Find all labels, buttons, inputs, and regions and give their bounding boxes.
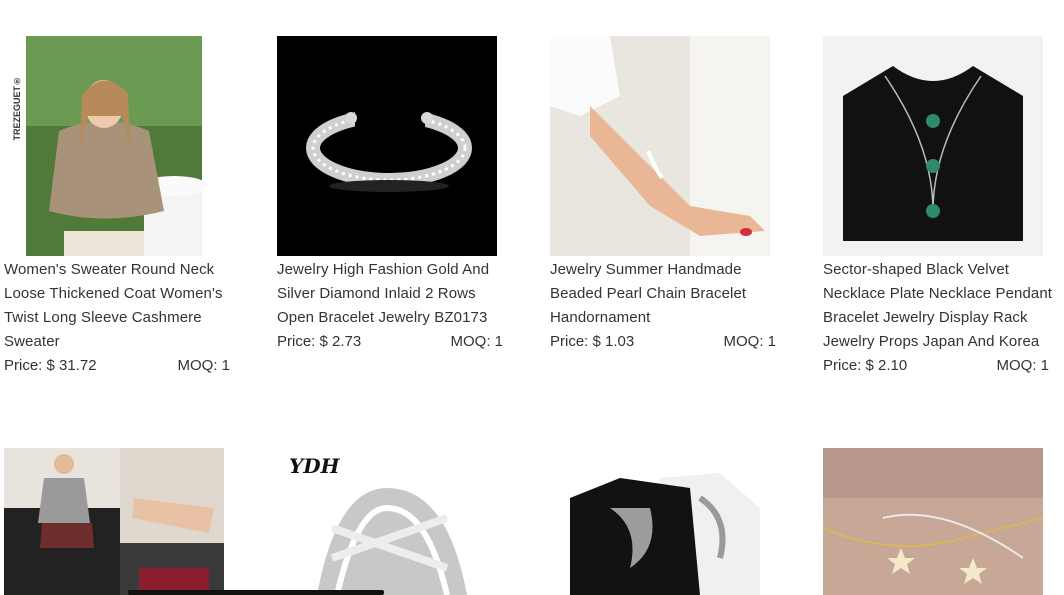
- product-moq: MOQ: 1: [996, 357, 1049, 374]
- product-image[interactable]: TREZEGUET®: [4, 36, 224, 256]
- product-image[interactable]: [4, 448, 224, 595]
- product-card[interactable]: Jewelry Summer Handmade Beaded Pearl Cha…: [550, 36, 780, 354]
- product-title[interactable]: Jewelry Summer Handmade Beaded Pearl Cha…: [550, 258, 780, 330]
- product-title[interactable]: Women's Sweater Round Neck Loose Thicken…: [4, 258, 234, 354]
- product-title[interactable]: Jewelry High Fashion Gold And Silver Dia…: [277, 258, 507, 330]
- product-grid: TREZEGUET® Women's Sweater Round Neck Lo…: [0, 0, 1064, 595]
- brand-logo: YDH: [289, 454, 340, 478]
- product-meta: Price: $ 2.10 MOQ: 1: [823, 354, 1049, 378]
- product-image[interactable]: [823, 36, 1043, 256]
- brand-watermark: TREZEGUET®: [12, 76, 22, 141]
- product-image[interactable]: [277, 36, 497, 256]
- product-price: Price: $ 2.10: [823, 357, 908, 374]
- product-meta: Price: $ 1.03 MOQ: 1: [550, 330, 776, 354]
- product-meta: Price: $ 2.73 MOQ: 1: [277, 330, 503, 354]
- product-card[interactable]: [4, 448, 234, 595]
- product-image[interactable]: [823, 448, 1043, 595]
- product-card[interactable]: YDH: [277, 448, 507, 595]
- product-moq: MOQ: 1: [450, 333, 503, 350]
- product-card[interactable]: [823, 448, 1053, 595]
- product-moq: MOQ: 1: [177, 357, 230, 374]
- product-meta: Price: $ 31.72 MOQ: 1: [4, 354, 230, 378]
- product-image[interactable]: [550, 448, 770, 595]
- horizontal-scrollbar[interactable]: [128, 590, 384, 595]
- product-title[interactable]: Sector-shaped Black Velvet Necklace Plat…: [823, 258, 1053, 354]
- product-card[interactable]: Sector-shaped Black Velvet Necklace Plat…: [823, 36, 1053, 378]
- product-price: Price: $ 2.73: [277, 333, 362, 350]
- product-card[interactable]: Jewelry High Fashion Gold And Silver Dia…: [277, 36, 507, 354]
- product-card[interactable]: [550, 448, 780, 595]
- product-moq: MOQ: 1: [723, 333, 776, 350]
- product-price: Price: $ 31.72: [4, 357, 97, 374]
- product-price: Price: $ 1.03: [550, 333, 635, 350]
- product-image[interactable]: [550, 36, 770, 256]
- product-card[interactable]: TREZEGUET® Women's Sweater Round Neck Lo…: [4, 36, 234, 378]
- product-image[interactable]: YDH: [277, 448, 497, 595]
